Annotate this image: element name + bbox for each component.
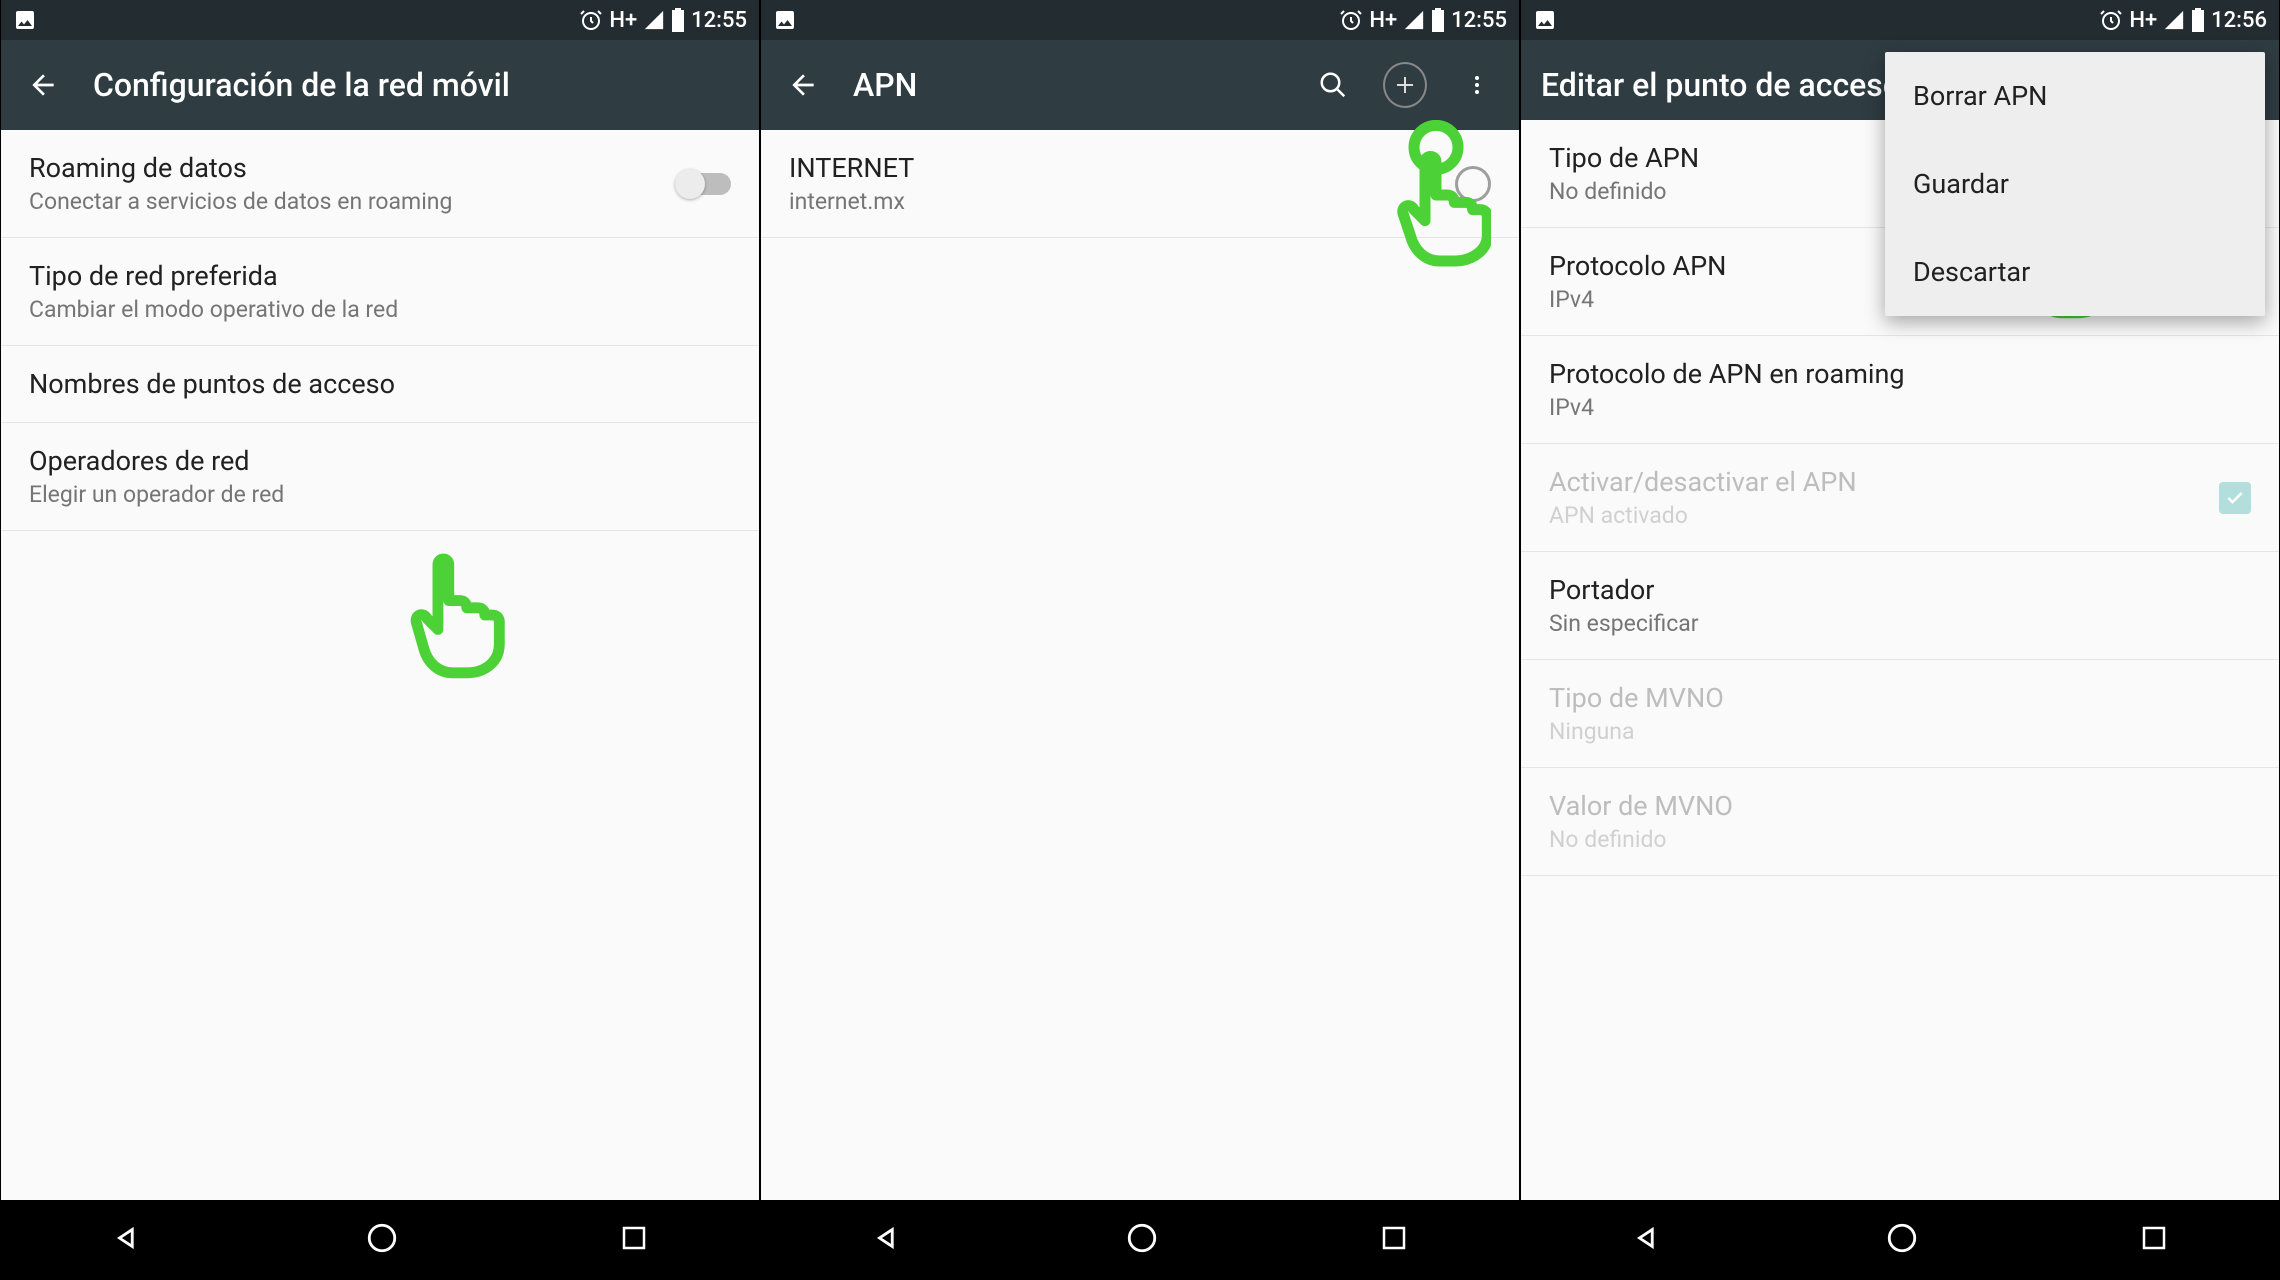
menu-discard[interactable]: Descartar xyxy=(1885,228,2265,316)
status-bar: H+ 12:55 xyxy=(761,0,1519,40)
screen-apn-list: H+ 12:55 APN INTERNET internet.mx xyxy=(760,0,1520,1280)
search-icon xyxy=(1318,70,1348,100)
battery-icon xyxy=(671,8,685,32)
image-icon xyxy=(773,8,797,32)
nav-back[interactable] xyxy=(871,1221,905,1259)
nav-home[interactable] xyxy=(1125,1221,1159,1259)
image-icon xyxy=(13,8,37,32)
app-bar: Configuración de la red móvil xyxy=(1,40,759,130)
back-button[interactable] xyxy=(21,63,65,107)
row-apn-roaming-protocol[interactable]: Protocolo de APN en roaming IPv4 xyxy=(1521,336,2279,444)
nav-back[interactable] xyxy=(111,1221,145,1259)
nav-bar xyxy=(1,1200,759,1280)
row-mvno-value: Valor de MVNO No definido xyxy=(1521,768,2279,876)
search-button[interactable] xyxy=(1311,63,1355,107)
row-roaming[interactable]: Roaming de datos Conectar a servicios de… xyxy=(1,130,759,238)
row-network-type[interactable]: Tipo de red preferida Cambiar el modo op… xyxy=(1,238,759,346)
nav-home[interactable] xyxy=(365,1221,399,1259)
settings-list: Roaming de datos Conectar a servicios de… xyxy=(1,130,759,1200)
toggle-roaming[interactable] xyxy=(675,173,731,195)
signal-icon xyxy=(2163,9,2185,31)
clock: 12:55 xyxy=(691,8,747,33)
apn-item[interactable]: INTERNET internet.mx xyxy=(761,130,1519,238)
row-bearer[interactable]: Portador Sin especificar xyxy=(1521,552,2279,660)
network-type: H+ xyxy=(1369,8,1397,33)
alarm-icon xyxy=(579,8,603,32)
signal-icon xyxy=(643,9,665,31)
nav-bar xyxy=(761,1200,1519,1280)
apn-radio[interactable] xyxy=(1455,166,1491,202)
battery-icon xyxy=(2191,8,2205,32)
nav-recent[interactable] xyxy=(1379,1223,1409,1257)
plus-icon xyxy=(1393,73,1417,97)
row-apn-names[interactable]: Nombres de puntos de acceso xyxy=(1,346,759,423)
screen-mobile-network-config: H+ 12:55 Configuración de la red móvil R… xyxy=(0,0,760,1280)
back-button[interactable] xyxy=(781,63,825,107)
clock: 12:56 xyxy=(2211,8,2267,33)
app-bar: APN xyxy=(761,40,1519,130)
image-icon xyxy=(1533,8,1557,32)
status-bar: H+ 12:55 xyxy=(1,0,759,40)
network-type: H+ xyxy=(609,8,637,33)
checkbox-apn-enabled xyxy=(2219,482,2251,514)
battery-icon xyxy=(1431,8,1445,32)
overflow-menu-button[interactable] xyxy=(1455,63,1499,107)
page-title: Configuración de la red móvil xyxy=(93,66,739,104)
nav-bar xyxy=(1521,1200,2279,1280)
nav-back[interactable] xyxy=(1631,1221,1665,1259)
status-bar: H+ 12:56 xyxy=(1521,0,2279,40)
nav-home[interactable] xyxy=(1885,1221,1919,1259)
row-mvno-type: Tipo de MVNO Ninguna xyxy=(1521,660,2279,768)
overflow-popup-menu: Borrar APN Guardar Descartar xyxy=(1885,52,2265,316)
clock: 12:55 xyxy=(1451,8,1507,33)
menu-save[interactable]: Guardar xyxy=(1885,140,2265,228)
add-apn-button[interactable] xyxy=(1383,63,1427,107)
row-network-operators[interactable]: Operadores de red Elegir un operador de … xyxy=(1,423,759,531)
alarm-icon xyxy=(1339,8,1363,32)
row-apn-enable: Activar/desactivar el APN APN activado xyxy=(1521,444,2279,552)
alarm-icon xyxy=(2099,8,2123,32)
check-icon xyxy=(2225,488,2245,508)
page-title: APN xyxy=(853,66,1283,104)
nav-recent[interactable] xyxy=(2139,1223,2169,1257)
nav-recent[interactable] xyxy=(619,1223,649,1257)
more-vert-icon xyxy=(1465,73,1489,97)
network-type: H+ xyxy=(2129,8,2157,33)
signal-icon xyxy=(1403,9,1425,31)
screen-edit-apn: H+ 12:56 Editar el punto de acceso Tipo … xyxy=(1520,0,2280,1280)
apn-list: INTERNET internet.mx xyxy=(761,130,1519,1200)
menu-delete-apn[interactable]: Borrar APN xyxy=(1885,52,2265,140)
